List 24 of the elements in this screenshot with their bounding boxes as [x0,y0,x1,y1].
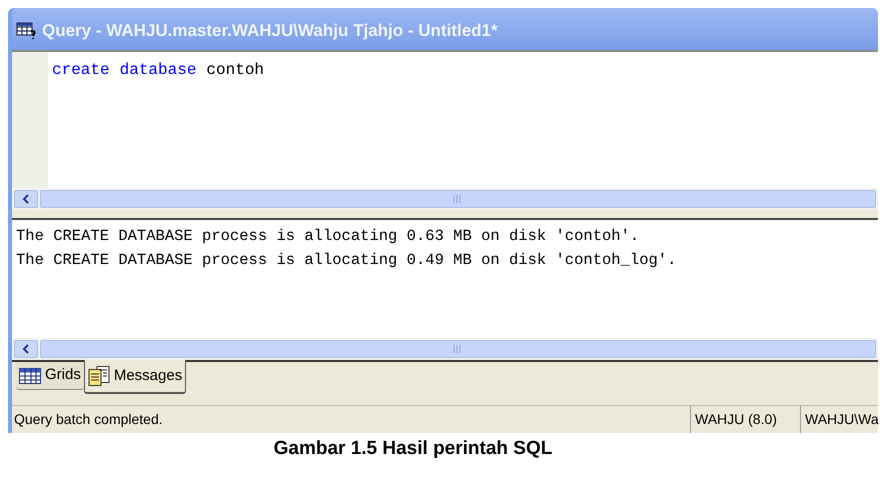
documents-icon [88,366,110,386]
message-line: The CREATE DATABASE process is allocating 0.63 MB on disk 'contoh'. [16,226,640,247]
status-server: WAHJU (8.0) [690,406,800,433]
scroll-left-button[interactable] [14,190,38,208]
chevron-left-icon [22,344,30,354]
query-editor[interactable]: create database contoh [12,50,878,188]
status-user: WAHJU\Wa [800,406,878,433]
code-line: create database contoh [51,60,264,81]
figure-caption: Gambar 1.5 Hasil perintah SQL [274,437,552,461]
horizontal-scrollbar[interactable] [12,188,878,210]
chevron-left-icon [22,194,30,204]
horizontal-scrollbar[interactable] [12,338,878,360]
message-line: The CREATE DATABASE process is allocating 0.49 MB on disk 'contoh_log'. [16,250,678,271]
scroll-left-button[interactable] [14,340,38,358]
query-window-icon [16,21,38,41]
grip-icon [453,195,463,203]
grip-icon [453,345,463,353]
result-tab[interactable]: Grids [16,362,84,390]
scroll-thumb[interactable] [40,340,876,358]
table-icon [19,368,41,384]
window-title: Query - WAHJU.master.WAHJU\Wahju Tjahjo - Untitled1* [42,20,498,42]
status-message: Query batch completed. [13,410,164,429]
result-tab[interactable]: Messages [84,360,186,394]
scroll-thumb[interactable] [40,190,876,208]
